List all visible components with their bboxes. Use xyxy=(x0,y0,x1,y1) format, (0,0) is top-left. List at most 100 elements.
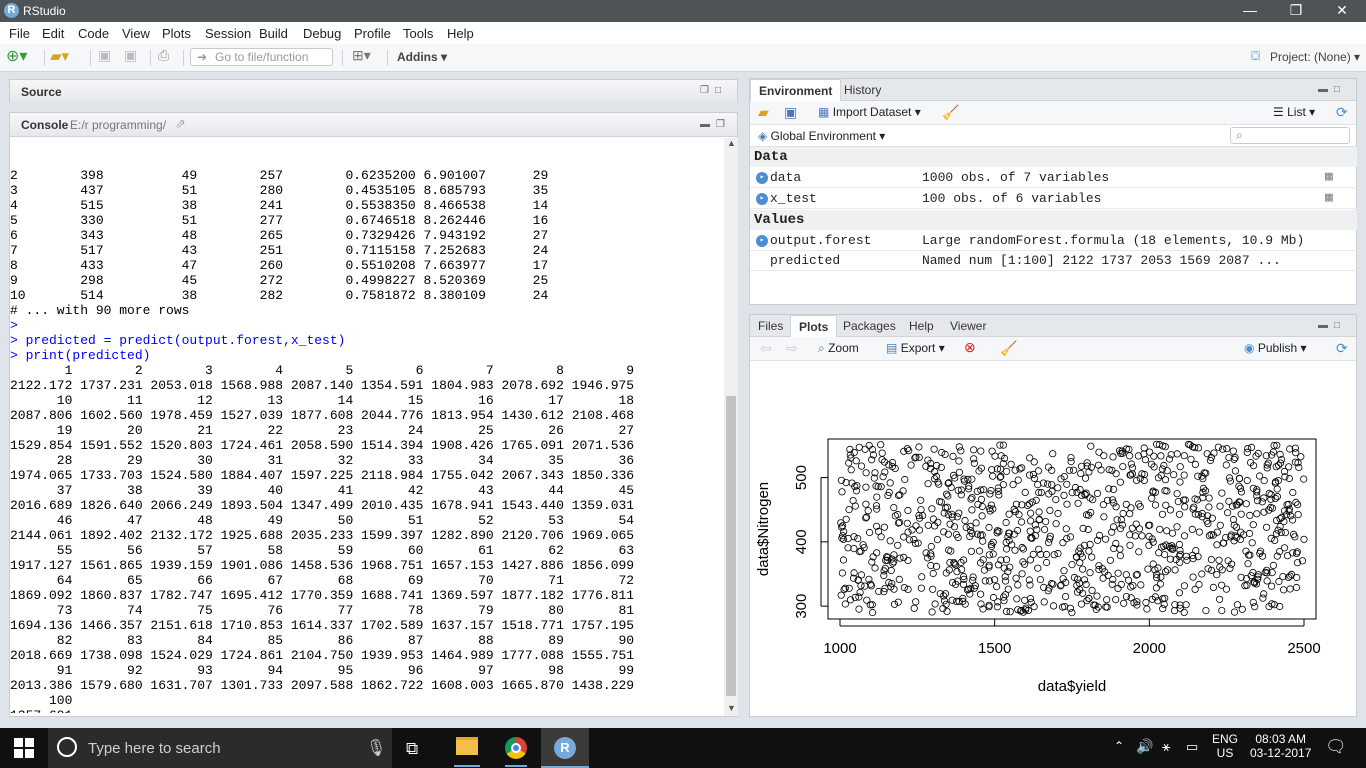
env-search-input[interactable]: ⌕ xyxy=(1230,127,1350,144)
menu-edit[interactable]: Edit xyxy=(42,26,64,41)
view-table-icon[interactable]: ▦ xyxy=(1325,169,1333,184)
tab-packages[interactable]: Packages xyxy=(835,315,904,337)
workspace-panes-icon[interactable]: ⊞▾ xyxy=(352,47,371,65)
data-point xyxy=(1175,510,1184,518)
language-indicator[interactable]: ENG US xyxy=(1212,732,1238,760)
import-dataset-button[interactable]: ▦ Import Dataset ▾ xyxy=(818,105,921,119)
env-minmax-icon[interactable]: ▬□ xyxy=(1318,84,1346,95)
expand-icon[interactable]: ▸ xyxy=(756,193,768,205)
open-file-icon[interactable]: ▰▾ xyxy=(50,47,69,65)
back-arrow-icon[interactable]: ⇦ xyxy=(760,340,772,357)
save-icon[interactable]: ▣ xyxy=(98,47,111,65)
data-point xyxy=(1002,518,1010,527)
clear-plots-icon[interactable]: 🧹 xyxy=(1000,340,1017,357)
windows-start-icon[interactable] xyxy=(14,738,34,758)
tab-help[interactable]: Help xyxy=(901,315,942,337)
clock[interactable]: 08:03 AM 03-12-2017 xyxy=(1250,732,1311,760)
data-point xyxy=(1253,510,1261,518)
console-line: 9 298 45 272 0.4998227 8.520369 25 xyxy=(10,273,549,288)
menu-file[interactable]: File xyxy=(9,26,30,41)
data-point xyxy=(1216,563,1224,571)
tab-plots[interactable]: Plots xyxy=(790,315,838,337)
close-button[interactable]: ✕ xyxy=(1319,0,1365,22)
menu-view[interactable]: View xyxy=(122,26,150,41)
data-point xyxy=(1106,556,1114,564)
print-icon[interactable]: ⎙ xyxy=(158,47,169,65)
data-point xyxy=(1074,499,1082,507)
refresh-icon[interactable]: ⟳ xyxy=(1336,340,1348,357)
load-workspace-icon[interactable]: ▰ xyxy=(758,104,769,121)
go-to-dir-icon[interactable]: ⇗ xyxy=(175,116,186,132)
tab-environment[interactable]: Environment xyxy=(750,79,842,101)
data-point xyxy=(1171,566,1179,574)
global-env-dropdown[interactable]: ◈ Global Environment ▾ xyxy=(758,129,885,143)
show-hidden-icons-icon[interactable]: ⌃ xyxy=(1114,739,1124,753)
publish-button[interactable]: ◉ Publish ▾ xyxy=(1244,341,1307,355)
minimize-button[interactable]: — xyxy=(1227,0,1273,22)
tab-viewer[interactable]: Viewer xyxy=(942,315,994,337)
data-point xyxy=(1026,517,1035,525)
file-explorer-icon[interactable] xyxy=(456,737,478,755)
menu-tools[interactable]: Tools xyxy=(403,26,433,41)
menu-session[interactable]: Session xyxy=(205,26,251,41)
taskbar-search-input[interactable]: Type here to search 🎙 xyxy=(48,728,392,768)
env-row-output-forest[interactable]: ▸ output.forest Large randomForest.formu… xyxy=(750,231,1357,251)
addins-menu[interactable]: Addins ▾ xyxy=(397,50,447,68)
data-point xyxy=(1050,551,1058,559)
forward-arrow-icon[interactable]: ⇨ xyxy=(786,340,798,357)
menu-profile[interactable]: Profile xyxy=(354,26,391,41)
env-row-x-test[interactable]: ▸ x_test 100 obs. of 6 variables ▦ xyxy=(750,189,1357,209)
tab-files[interactable]: Files xyxy=(750,315,791,337)
menu-debug[interactable]: Debug xyxy=(303,26,341,41)
zoom-button[interactable]: ⌕ Zoom xyxy=(818,341,859,356)
data-point xyxy=(949,452,957,461)
refresh-icon[interactable]: ⟳ xyxy=(1336,104,1348,121)
task-view-icon[interactable]: ⧉ xyxy=(406,739,418,759)
save-workspace-icon[interactable]: ▣ xyxy=(784,104,797,121)
env-icon: ◈ xyxy=(758,129,768,143)
save-all-icon[interactable]: ▣ xyxy=(124,47,137,65)
notifications-icon[interactable]: 🗨 xyxy=(1325,737,1347,757)
console-minmax-icon[interactable]: ▬❐ xyxy=(700,119,731,130)
data-point xyxy=(1077,600,1086,608)
maximize-button[interactable]: ❐ xyxy=(1273,0,1319,22)
view-table-icon[interactable]: ▦ xyxy=(1325,190,1333,205)
y-tick-label: 400 xyxy=(793,529,810,554)
rstudio-taskbar-button[interactable]: R xyxy=(541,728,589,768)
data-point xyxy=(1205,532,1213,540)
network-icon[interactable]: ⚹ xyxy=(1162,738,1170,755)
env-row-data[interactable]: ▸ data 1000 obs. of 7 variables ▦ xyxy=(750,168,1357,188)
broom-icon[interactable]: 🧹 xyxy=(942,104,959,121)
go-to-file-input[interactable]: Go to file/function xyxy=(190,48,333,66)
source-restore-icon[interactable]: ❐□ xyxy=(700,85,727,96)
data-point xyxy=(1294,511,1302,519)
tab-history[interactable]: History xyxy=(836,79,889,101)
data-point xyxy=(1062,525,1070,533)
data-point xyxy=(1034,467,1043,475)
menu-help[interactable]: Help xyxy=(447,26,474,41)
menu-code[interactable]: Code xyxy=(78,26,109,41)
new-file-icon[interactable]: ⊕▾ xyxy=(6,46,27,65)
plots-minmax-icon[interactable]: ▬□ xyxy=(1318,320,1346,331)
volume-icon[interactable]: 🔊 xyxy=(1136,738,1153,755)
chrome-icon[interactable] xyxy=(505,737,527,759)
menu-build[interactable]: Build xyxy=(259,26,288,41)
scroll-down-icon[interactable]: ▼ xyxy=(727,703,736,713)
env-row-predicted[interactable]: predicted Named num [1:100] 2122 1737 20… xyxy=(750,251,1357,271)
battery-icon[interactable]: ▭ xyxy=(1186,739,1198,755)
data-point xyxy=(877,533,885,541)
scroll-up-icon[interactable]: ▲ xyxy=(727,138,736,148)
data-point xyxy=(1283,552,1292,560)
expand-icon[interactable]: ▸ xyxy=(756,235,768,247)
menu-plots[interactable]: Plots xyxy=(162,26,191,41)
remove-plot-icon[interactable]: ⊗ xyxy=(964,339,976,356)
console-output[interactable]: 2 398 49 257 0.6235200 6.901007 29 3 437 … xyxy=(10,138,723,713)
console-scrollbar[interactable]: ▲ ▼ xyxy=(724,138,738,716)
console-line: 64 65 66 67 68 69 70 71 72 xyxy=(10,573,635,588)
console-scroll-thumb[interactable] xyxy=(726,396,736,696)
export-button[interactable]: ▤ Export ▾ xyxy=(886,341,945,355)
expand-icon[interactable]: ▸ xyxy=(756,172,768,184)
microphone-icon[interactable]: 🎙 xyxy=(366,738,386,758)
project-menu[interactable]: Project: (None) ▾ xyxy=(1270,50,1360,68)
list-view-menu[interactable]: ☰ List ▾ xyxy=(1273,105,1315,119)
